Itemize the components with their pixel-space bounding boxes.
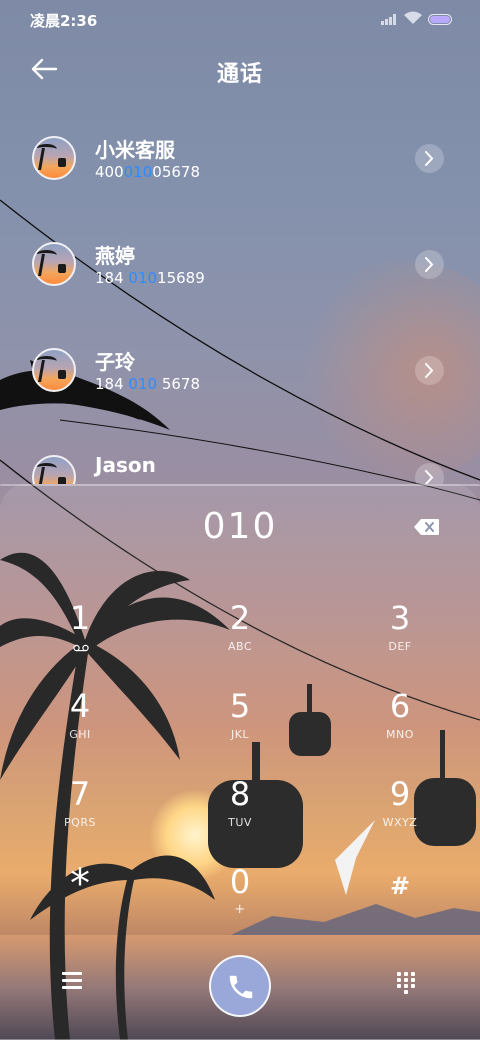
avatar bbox=[32, 455, 76, 484]
chevron-right-icon bbox=[425, 151, 434, 166]
contact-name: 子玲 bbox=[95, 350, 135, 374]
number-match: 010 bbox=[128, 375, 158, 393]
dial-key-4[interactable]: 4 GHI bbox=[20, 688, 140, 768]
contact-detail-button[interactable] bbox=[415, 463, 444, 484]
contact-detail-button[interactable] bbox=[415, 356, 444, 385]
status-bar: 凌晨2:36 bbox=[0, 0, 480, 40]
chevron-right-icon bbox=[425, 257, 434, 272]
avatar bbox=[32, 136, 76, 180]
wifi-icon bbox=[404, 11, 422, 24]
contact-item[interactable]: 子玲 184 010 5678 bbox=[0, 348, 480, 448]
chevron-right-icon bbox=[425, 363, 434, 378]
call-icon bbox=[229, 975, 253, 999]
dial-key-2[interactable]: 2 ABC bbox=[180, 600, 300, 680]
contact-name: 小米客服 bbox=[95, 138, 175, 162]
dial-key-6[interactable]: 6 MNO bbox=[340, 688, 460, 768]
contact-detail-button[interactable] bbox=[415, 250, 444, 279]
page-title: 通话 bbox=[216, 62, 263, 87]
signal-icon bbox=[381, 13, 399, 25]
chevron-right-icon bbox=[425, 470, 434, 484]
contact-detail-button[interactable] bbox=[415, 144, 444, 173]
dialed-number: 010 bbox=[202, 506, 278, 547]
dial-key-3[interactable]: 3 DEF bbox=[340, 600, 460, 680]
dialpad-icon[interactable] bbox=[397, 972, 417, 996]
number-match: 010 bbox=[128, 269, 158, 287]
call-button[interactable] bbox=[209, 955, 271, 1017]
dial-key-0[interactable]: 0 + bbox=[180, 864, 300, 944]
backspace-icon[interactable] bbox=[413, 518, 440, 536]
dial-key-8[interactable]: 8 TUV bbox=[180, 776, 300, 856]
menu-icon[interactable] bbox=[62, 972, 84, 990]
dial-key-9[interactable]: 9 WXYZ bbox=[340, 776, 460, 856]
dial-key-1[interactable]: 1 bbox=[20, 600, 140, 680]
avatar bbox=[32, 242, 76, 286]
voicemail-icon bbox=[73, 644, 89, 652]
contact-number: 184 01015689 bbox=[95, 269, 205, 287]
dial-key-hash[interactable]: # bbox=[340, 866, 460, 946]
dial-key-star[interactable]: * bbox=[20, 864, 140, 946]
contact-name: 燕婷 bbox=[95, 244, 135, 268]
contact-item[interactable]: Jason bbox=[0, 455, 480, 484]
status-time: 凌晨2:36 bbox=[30, 12, 98, 30]
contact-number: 40001005678 bbox=[95, 163, 200, 181]
avatar bbox=[32, 348, 76, 392]
contact-item[interactable]: 燕婷 184 01015689 bbox=[0, 242, 480, 342]
dial-key-5[interactable]: 5 JKL bbox=[180, 688, 300, 768]
battery-icon bbox=[428, 14, 452, 25]
dial-key-7[interactable]: 7 PQRS bbox=[20, 776, 140, 856]
number-match: 010 bbox=[123, 163, 153, 181]
contact-item[interactable]: 小米客服 40001005678 bbox=[0, 136, 480, 236]
contact-name: Jason bbox=[95, 455, 156, 477]
contact-number: 184 010 5678 bbox=[95, 375, 200, 393]
